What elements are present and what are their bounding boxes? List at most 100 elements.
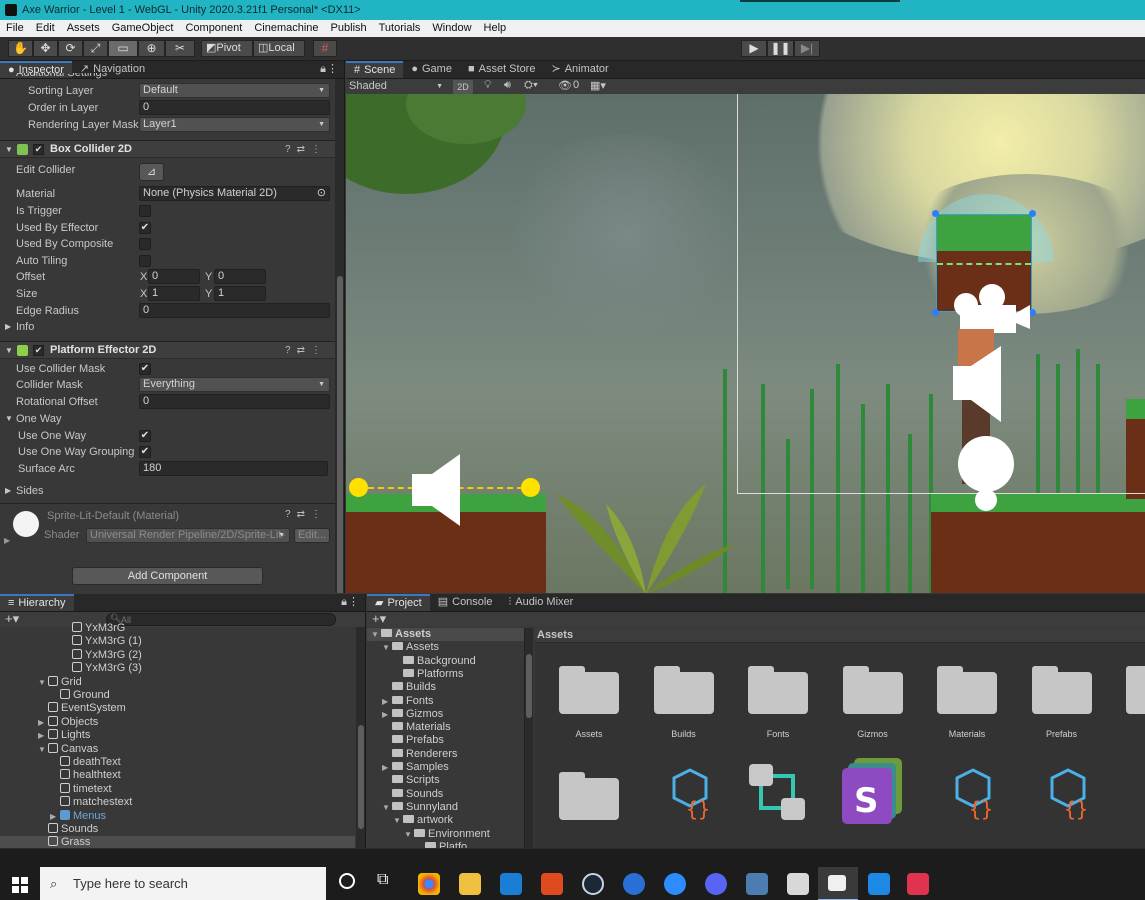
transform-tool-icon[interactable]: ⊕ bbox=[138, 40, 165, 57]
zoom-icon[interactable] bbox=[664, 873, 686, 895]
component-header-icons[interactable]: ?⇄⋮ bbox=[285, 509, 327, 520]
play-button[interactable]: ▶ bbox=[741, 40, 767, 57]
sorting-layer-dropdown[interactable]: Default bbox=[139, 83, 330, 98]
vscode-icon[interactable] bbox=[868, 873, 890, 895]
tab-hierarchy[interactable]: ≡ Hierarchy bbox=[0, 594, 74, 611]
fold-arrow-icon[interactable]: ▶ bbox=[382, 761, 392, 774]
hierarchy-item[interactable]: EventSystem bbox=[0, 702, 355, 715]
hierarchy-item[interactable]: ▶ Menus bbox=[0, 809, 355, 823]
hand-tool-icon[interactable]: ✋ bbox=[8, 40, 33, 57]
project-folder-item[interactable]: Renderers bbox=[367, 748, 524, 761]
collider-mask-dropdown[interactable]: Everything bbox=[139, 377, 330, 392]
project-folder-item[interactable]: ▼ Assets bbox=[367, 628, 524, 641]
asset-folder-icon[interactable] bbox=[559, 772, 619, 820]
script-asset-icon[interactable]: {} bbox=[1038, 768, 1092, 820]
project-folder-item[interactable]: ▼ Sunnyland bbox=[367, 801, 524, 814]
bluetooth-icon[interactable] bbox=[623, 873, 645, 895]
unity-editor-taskbar-button[interactable] bbox=[818, 867, 858, 900]
rotate-tool-icon[interactable]: ⟳ bbox=[58, 40, 83, 57]
asset-breadcrumb[interactable]: Assets bbox=[535, 628, 1145, 643]
range-handle[interactable] bbox=[521, 478, 540, 497]
fold-arrow-icon[interactable]: ▶ bbox=[50, 810, 60, 823]
fold-arrow-icon[interactable]: ▼ bbox=[38, 743, 48, 756]
asset-label[interactable]: Materials bbox=[927, 729, 1007, 739]
project-folder-item[interactable]: Platfo bbox=[367, 841, 524, 848]
project-folder-item[interactable]: Scripts bbox=[367, 774, 524, 787]
shader-dropdown[interactable]: Universal Render Pipeline/2D/Sprite-Lit- bbox=[86, 528, 290, 543]
asset-label[interactable]: Builds bbox=[644, 729, 724, 739]
use-one-way-checkbox[interactable]: ✔ bbox=[139, 430, 151, 442]
tab-console[interactable]: ▤ Console bbox=[430, 594, 501, 611]
taskbar-search-box[interactable]: ⌕ Type here to search bbox=[40, 867, 326, 900]
effects-dropdown-icon[interactable]: ⛭▾ bbox=[524, 79, 538, 92]
hierarchy-item[interactable]: YxM3rG (2) bbox=[0, 648, 355, 662]
menu-file[interactable]: File bbox=[6, 20, 24, 37]
project-folder-item[interactable]: Platforms bbox=[367, 668, 524, 681]
fold-arrow-icon[interactable]: ▼ bbox=[382, 801, 392, 814]
file-explorer-icon[interactable] bbox=[459, 873, 481, 895]
material-object-field[interactable]: None (Physics Material 2D) ⊙ bbox=[139, 186, 330, 201]
platform-effector-enabled-checkbox[interactable]: ✔ bbox=[33, 345, 44, 356]
hierarchy-item[interactable]: ▼ Grid bbox=[0, 675, 355, 689]
shader-edit-button[interactable]: Edit... bbox=[294, 528, 330, 543]
tab-game[interactable]: ● Game bbox=[403, 61, 460, 78]
hierarchy-item[interactable]: YxM3rG (1) bbox=[0, 635, 355, 648]
fold-arrow-icon[interactable]: ▼ bbox=[404, 828, 414, 841]
asset-label[interactable]: Assets bbox=[549, 729, 629, 739]
lighting-toggle-icon[interactable]: 💡︎ bbox=[484, 79, 492, 92]
menu-assets[interactable]: Assets bbox=[67, 20, 100, 37]
tab-asset-store[interactable]: ■ Asset Store bbox=[460, 61, 544, 78]
menu-help[interactable]: Help bbox=[484, 20, 507, 37]
order-in-layer-input[interactable]: 0 bbox=[139, 100, 330, 115]
asset-folder-icon[interactable] bbox=[559, 666, 619, 714]
box-collider-enabled-checkbox[interactable]: ✔ bbox=[33, 144, 44, 155]
box-collider-header[interactable]: ▼ ✔ Box Collider 2D ?⇄⋮ bbox=[0, 140, 335, 158]
shader-graph-asset-icon[interactable]: S bbox=[840, 756, 906, 826]
local-toggle-button[interactable]: ◫Local bbox=[253, 40, 305, 57]
project-folder-item[interactable]: ▼ Environment bbox=[367, 828, 524, 841]
pocket-icon[interactable] bbox=[907, 873, 929, 895]
rendering-layer-mask-dropdown[interactable]: Layer1 bbox=[139, 117, 330, 132]
project-folder-item[interactable]: ▼ artwork bbox=[367, 814, 524, 827]
fold-arrow-icon[interactable]: ▼ bbox=[382, 641, 392, 654]
fold-arrow-icon[interactable]: ▼ bbox=[5, 141, 13, 158]
hierarchy-scrollbar[interactable] bbox=[356, 627, 365, 848]
cortana-icon[interactable] bbox=[339, 873, 355, 889]
fold-arrow-icon[interactable]: ▶ bbox=[4, 536, 10, 545]
tab-scene[interactable]: # Scene bbox=[346, 61, 404, 78]
asset-folder-icon[interactable] bbox=[1031, 666, 1092, 714]
tab-project[interactable]: ▰ Project bbox=[367, 594, 430, 611]
menu-gameobject[interactable]: GameObject bbox=[112, 20, 174, 37]
inspector-scrollbar[interactable] bbox=[335, 79, 344, 593]
offset-y-input[interactable]: 0 bbox=[214, 269, 266, 284]
windows-start-icon[interactable] bbox=[12, 877, 28, 893]
steam-icon[interactable] bbox=[582, 873, 604, 895]
surface-arc-input[interactable]: 180 bbox=[139, 461, 328, 476]
rect-handle[interactable] bbox=[1029, 210, 1036, 217]
panel-menu-icon[interactable]: ⋮ bbox=[348, 595, 359, 608]
fold-arrow-icon[interactable]: ▼ bbox=[393, 814, 403, 827]
project-folder-item[interactable]: ▶ Samples bbox=[367, 761, 524, 774]
project-folder-item[interactable]: ▶ Fonts bbox=[367, 695, 524, 708]
asset-label[interactable]: Re bbox=[1116, 729, 1145, 739]
script-asset-icon[interactable]: {} bbox=[943, 768, 997, 820]
fold-arrow-icon[interactable]: ▼ bbox=[5, 342, 13, 359]
light-gizmo-icon[interactable] bbox=[956, 434, 1016, 514]
script-asset-icon[interactable]: {} bbox=[660, 768, 714, 820]
pivot-toggle-button[interactable]: ◩Pivot bbox=[201, 40, 253, 57]
task-view-icon[interactable]: ⧉ bbox=[377, 871, 388, 889]
project-folder-item[interactable]: Background bbox=[367, 655, 524, 668]
edit-collider-button[interactable]: ⊿ bbox=[139, 163, 164, 181]
project-tree-scrollbar[interactable] bbox=[525, 628, 533, 848]
fold-arrow-icon[interactable]: ▶ bbox=[38, 729, 48, 742]
edge-radius-input[interactable]: 0 bbox=[139, 303, 330, 318]
shading-mode-dropdown[interactable]: Shaded ▼ bbox=[349, 79, 447, 94]
component-header-icons[interactable]: ?⇄⋮ bbox=[285, 342, 327, 359]
fold-arrow-icon[interactable]: ▶ bbox=[382, 695, 392, 708]
size-x-input[interactable]: 1 bbox=[148, 286, 200, 301]
audio-toggle-icon[interactable]: 🔊︎ bbox=[504, 79, 511, 92]
fold-arrow-icon[interactable]: ▼ bbox=[371, 628, 381, 641]
project-folder-item[interactable]: Materials bbox=[367, 721, 524, 734]
fold-arrow-icon[interactable]: ▶ bbox=[382, 708, 392, 721]
asset-folder-icon[interactable] bbox=[842, 666, 903, 714]
